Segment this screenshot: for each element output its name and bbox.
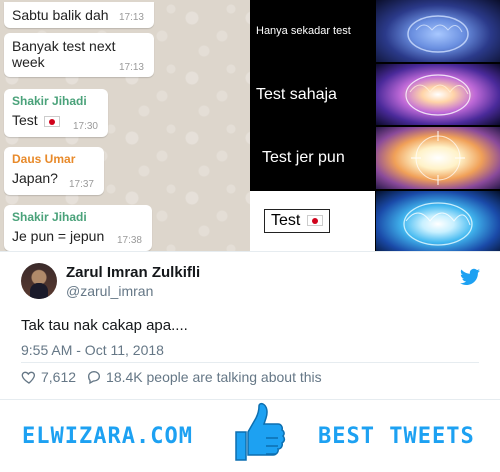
brain-outline-icon: [407, 15, 469, 53]
brain-image: [376, 0, 500, 62]
heart-icon[interactable]: [21, 369, 37, 385]
site-name: ELWIZARA.COM: [22, 424, 193, 449]
tagline: BEST TWEETS: [318, 424, 475, 449]
like-count[interactable]: 7,612: [41, 369, 76, 385]
divider: [0, 251, 500, 252]
message-text: Banyak test next week: [12, 38, 116, 70]
talking-about-link[interactable]: 18.4K people are talking about this: [106, 369, 322, 385]
thumbs-up-icon: [235, 402, 286, 461]
reply-bubble-icon[interactable]: [86, 369, 102, 385]
glowing-brain-icon: [405, 74, 471, 116]
meme-panel-label-box: Test: [250, 191, 375, 251]
brain-image: [376, 127, 500, 189]
tweet-actions: 7,612 18.4K people are talking about thi…: [21, 368, 322, 386]
message-time: 17:13: [118, 12, 144, 23]
message-sender: Daus Umar: [12, 152, 76, 166]
message-time: 17:38: [116, 235, 142, 246]
twitter-bird-icon[interactable]: [460, 268, 480, 286]
message-sender: Shakir Jihadi: [12, 210, 87, 224]
chat-message: Sabtu balik dah 17:13: [4, 2, 154, 28]
meme-panel-label: Test jer pun: [250, 127, 375, 189]
message-time: 17:37: [68, 179, 94, 190]
jp-flag-icon: [306, 215, 323, 227]
tweet-timestamp[interactable]: 9:55 AM - Oct 11, 2018: [21, 342, 164, 358]
divider: [0, 399, 500, 400]
chat-message: Banyak test next week 17:13: [4, 33, 154, 77]
message-text: Je pun = jepun: [12, 228, 105, 244]
avatar[interactable]: [21, 263, 57, 299]
message-time: 17:13: [118, 62, 144, 73]
tweet-embed-card: Sabtu balik dah 17:13 Banyak test next w…: [0, 0, 500, 472]
chat-message: Daus Umar Japan? 17:37: [4, 147, 104, 195]
divider: [21, 362, 479, 363]
jp-flag-icon: [43, 115, 60, 127]
meme-panel-label: Test: [264, 209, 330, 233]
author-handle[interactable]: @zarul_imran: [66, 283, 153, 299]
expanding-brain-meme: Hanya sekadar test Test sahaja Test jer …: [250, 0, 500, 251]
radiant-brain-icon: [411, 131, 465, 185]
message-text: Sabtu balik dah: [12, 7, 109, 23]
meme-panel-label: Hanya sekadar test: [250, 0, 375, 62]
message-time: 17:30: [72, 121, 98, 132]
cosmic-brain-icon: [403, 202, 473, 246]
brain-image: [376, 64, 500, 125]
meme-panel-label: Test sahaja: [250, 64, 375, 125]
message-text: Test: [12, 112, 38, 128]
chat-message: Shakir Jihadi Test 17:30: [4, 89, 108, 137]
author-display-name[interactable]: Zarul Imran Zulkifli: [66, 264, 200, 281]
meme-image[interactable]: Sabtu balik dah 17:13 Banyak test next w…: [0, 0, 500, 251]
message-text: Japan?: [12, 170, 58, 186]
tweet-text: Tak tau nak cakap apa....: [21, 317, 188, 334]
whatsapp-chat-screenshot: Sabtu balik dah 17:13 Banyak test next w…: [0, 0, 250, 251]
chat-message: Shakir Jihadi Je pun = jepun 17:38: [4, 205, 152, 251]
message-sender: Shakir Jihadi: [12, 94, 87, 108]
brain-image: [376, 191, 500, 251]
